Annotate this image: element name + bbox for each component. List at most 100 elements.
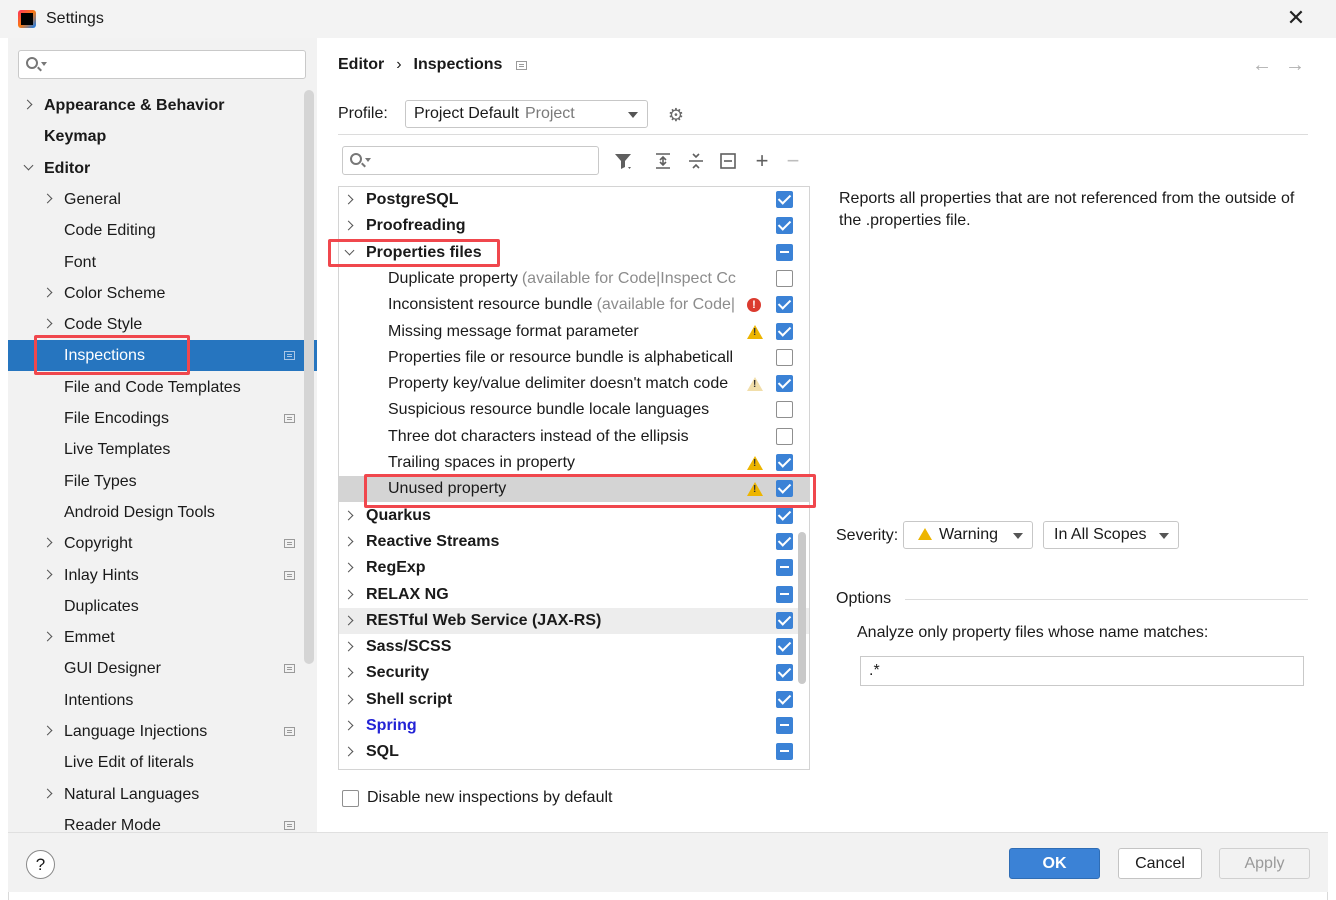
sidebar-item-gui-designer[interactable]: GUI Designer [8,653,317,684]
inspection-item-suspicious-resource-bundle-locale-languages[interactable]: Suspicious resource bundle locale langua… [339,397,809,423]
sidebar-item-font[interactable]: Font [8,247,317,278]
sidebar-item-intentions[interactable]: Intentions [8,685,317,716]
sidebar-scrollbar[interactable] [304,90,314,664]
apply-button[interactable]: Apply [1219,848,1310,879]
inspection-group-regexp[interactable]: RegExp [339,555,809,581]
search-history-caret-icon[interactable] [365,158,371,162]
inspection-item-property-key-value-delimiter-doesn-t-match-code[interactable]: Property key/value delimiter doesn't mat… [339,371,809,397]
chevron-right-icon[interactable] [345,563,355,573]
disable-new-inspections-checkbox[interactable] [342,790,359,807]
inspection-item-inconsistent-resource-bundle[interactable]: Inconsistent resource bundle (available f… [339,292,809,318]
add-icon[interactable]: + [751,150,773,172]
inspection-group-sql[interactable]: SQL [339,739,809,765]
sidebar-item-keymap[interactable]: Keymap [8,121,317,152]
inspection-group-postgresql[interactable]: PostgreSQL [339,187,809,213]
chevron-right-icon[interactable] [345,590,355,600]
inspection-checkbox[interactable] [776,428,793,445]
inspection-item-three-dot-characters-instead-of-the-ellipsis[interactable]: Three dot characters instead of the elli… [339,424,809,450]
search-history-caret-icon[interactable] [41,62,47,66]
collapse-all-icon[interactable] [685,150,707,172]
sidebar-item-inspections[interactable]: Inspections [8,340,317,371]
chevron-right-icon[interactable] [44,288,54,298]
inspection-checkbox[interactable] [776,244,793,261]
inspection-checkbox[interactable] [776,349,793,366]
sidebar-item-live-templates[interactable]: Live Templates [8,434,317,465]
reset-icon[interactable] [717,150,739,172]
inspection-group-quarkus[interactable]: Quarkus [339,503,809,529]
sidebar-item-appearance-behavior[interactable]: Appearance & Behavior [8,90,317,121]
ok-button[interactable]: OK [1009,848,1100,879]
sidebar-item-file-encodings[interactable]: File Encodings [8,403,317,434]
inspection-group-security[interactable]: Security [339,660,809,686]
scope-dropdown[interactable]: In All Scopes [1043,521,1179,549]
sidebar-item-live-edit-of-literals[interactable]: Live Edit of literals [8,747,317,778]
inspection-checkbox[interactable] [776,533,793,550]
sidebar-item-inlay-hints[interactable]: Inlay Hints [8,560,317,591]
sidebar-item-reader-mode[interactable]: Reader Mode [8,810,317,832]
sidebar-item-android-design-tools[interactable]: Android Design Tools [8,497,317,528]
inspection-checkbox[interactable] [776,507,793,524]
chevron-right-icon[interactable] [44,570,54,580]
inspection-checkbox[interactable] [776,296,793,313]
inspection-checkbox[interactable] [776,323,793,340]
inspection-group-sass-scss[interactable]: Sass/SCSS [339,634,809,660]
inspection-group-properties-files[interactable]: Properties files [339,240,809,266]
inspection-group-shell-script[interactable]: Shell script [339,687,809,713]
inspection-item-trailing-spaces-in-property[interactable]: Trailing spaces in property [339,450,809,476]
chevron-right-icon[interactable] [44,632,54,642]
settings-search-input[interactable] [18,50,306,79]
chevron-right-icon[interactable] [44,194,54,204]
chevron-right-icon[interactable] [44,789,54,799]
inspection-checkbox[interactable] [776,480,793,497]
inspection-group-reactive-streams[interactable]: Reactive Streams [339,529,809,555]
inspection-checkbox[interactable] [776,691,793,708]
inspection-checkbox[interactable] [776,717,793,734]
chevron-right-icon[interactable] [345,537,355,547]
sidebar-item-natural-languages[interactable]: Natural Languages [8,779,317,810]
inspection-checkbox[interactable] [776,454,793,471]
chevron-right-icon[interactable] [345,221,355,231]
chevron-right-icon[interactable] [345,721,355,731]
inspection-checkbox[interactable] [776,638,793,655]
inspection-search-input[interactable] [342,146,599,175]
file-name-pattern-input[interactable]: .* [860,656,1304,686]
sidebar-item-code-editing[interactable]: Code Editing [8,215,317,246]
sidebar-item-emmet[interactable]: Emmet [8,622,317,653]
gear-icon[interactable]: ⚙ [667,106,685,124]
inspection-checkbox[interactable] [776,559,793,576]
back-arrow-icon[interactable]: ← [1252,54,1272,77]
inspection-group-relax-ng[interactable]: RELAX NG [339,582,809,608]
chevron-down-icon[interactable] [345,248,355,258]
chevron-right-icon[interactable] [345,695,355,705]
inspection-item-unused-property[interactable]: Unused property [339,476,809,502]
inspection-checkbox[interactable] [776,375,793,392]
chevron-right-icon[interactable] [345,747,355,757]
forward-arrow-icon[interactable]: → [1285,54,1305,77]
close-icon[interactable]: ✕ [1284,6,1308,30]
chevron-right-icon[interactable] [345,642,355,652]
profile-dropdown[interactable]: Project Default Project [405,100,648,128]
sidebar-item-color-scheme[interactable]: Color Scheme [8,278,317,309]
sidebar-item-copyright[interactable]: Copyright [8,528,317,559]
help-button[interactable]: ? [26,850,55,879]
chevron-right-icon[interactable] [345,195,355,205]
inspection-item-duplicate-property[interactable]: Duplicate property (available for Code|In… [339,266,809,292]
sidebar-item-code-style[interactable]: Code Style [8,309,317,340]
filter-icon[interactable] [612,150,634,172]
inspection-group-spring[interactable]: Spring [339,713,809,739]
sidebar-item-general[interactable]: General [8,184,317,215]
inspection-item-missing-message-format-parameter[interactable]: Missing message format parameter [339,319,809,345]
chevron-right-icon[interactable] [345,511,355,521]
severity-dropdown[interactable]: Warning [903,521,1033,549]
inspection-checkbox[interactable] [776,664,793,681]
inspection-scrollbar[interactable] [798,532,806,684]
inspection-group-restful-web-service-jax-rs[interactable]: RESTful Web Service (JAX-RS) [339,608,809,634]
chevron-right-icon[interactable] [345,616,355,626]
sidebar-item-language-injections[interactable]: Language Injections [8,716,317,747]
cancel-button[interactable]: Cancel [1118,848,1202,879]
chevron-down-icon[interactable] [24,163,34,173]
inspection-checkbox[interactable] [776,743,793,760]
sidebar-item-file-types[interactable]: File Types [8,466,317,497]
inspection-checkbox[interactable] [776,217,793,234]
sidebar-item-editor[interactable]: Editor [8,153,317,184]
